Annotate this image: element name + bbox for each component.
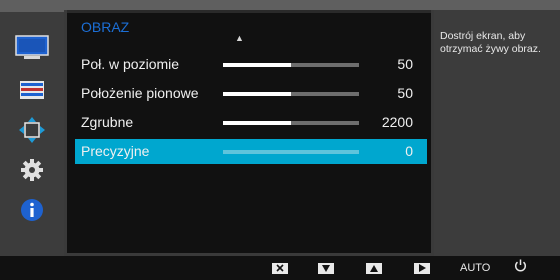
- menu-item-value: 50: [397, 85, 413, 101]
- value-bar: [223, 150, 359, 154]
- menu-item-label: Zgrubne: [81, 114, 134, 130]
- triangle-down-icon: [318, 262, 334, 274]
- triangle-right-icon: [414, 262, 430, 274]
- value-bar-fill: [223, 121, 291, 125]
- scroll-up-indicator-icon: ▲: [235, 33, 244, 43]
- down-button[interactable]: [318, 261, 334, 275]
- menu-item-label: Precyzyjne: [81, 143, 150, 159]
- value-bar: [223, 121, 359, 125]
- menu-item-label: Położenie pionowe: [81, 85, 199, 101]
- triangle-up-icon: [366, 262, 382, 274]
- up-button[interactable]: [366, 261, 382, 275]
- monitor-screen: OBRAZ ▲ Poł. w poziomie 50 Położenie pio…: [0, 0, 560, 256]
- menu-item-vertical-position[interactable]: Położenie pionowe 50: [75, 81, 427, 106]
- menu-item-label: Poł. w poziomie: [81, 56, 180, 72]
- category-sidebar: [0, 12, 64, 256]
- value-bar-fill: [223, 63, 291, 67]
- menu-title: OBRAZ: [81, 19, 130, 35]
- menu-item-value: 0: [405, 143, 413, 159]
- menu-item-value: 2200: [381, 114, 413, 130]
- value-bar-fill: [223, 92, 291, 96]
- menu-item-fine[interactable]: Precyzyjne 0: [75, 139, 427, 164]
- gear-icon[interactable]: [0, 152, 64, 188]
- menu-item-horizontal-position[interactable]: Poł. w poziomie 50: [75, 52, 427, 77]
- menu-panel: OBRAZ ▲ Poł. w poziomie 50 Położenie pio…: [64, 10, 434, 256]
- menu-body: OBRAZ ▲ Poł. w poziomie 50 Położenie pio…: [67, 10, 431, 253]
- value-bar: [223, 92, 359, 96]
- menu-item-value: 50: [397, 56, 413, 72]
- power-button[interactable]: [514, 259, 527, 277]
- monitor-icon[interactable]: [0, 30, 64, 66]
- button-bar: AUTO: [0, 256, 560, 280]
- color-bars-icon[interactable]: [0, 72, 64, 108]
- auto-button[interactable]: AUTO: [460, 261, 490, 275]
- power-icon: [514, 259, 527, 277]
- value-bar: [223, 63, 359, 67]
- info-icon[interactable]: [0, 192, 64, 228]
- menu-item-coarse[interactable]: Zgrubne 2200: [75, 110, 427, 135]
- position-arrows-icon[interactable]: [0, 112, 64, 148]
- help-panel: Dostrój ekran, aby otrzymać żywy obraz.: [434, 10, 560, 256]
- enter-button[interactable]: [414, 261, 430, 275]
- close-icon: [272, 262, 288, 274]
- auto-label: AUTO: [460, 262, 491, 274]
- close-button[interactable]: [272, 261, 288, 275]
- help-text: Dostrój ekran, aby otrzymać żywy obraz.: [440, 30, 541, 55]
